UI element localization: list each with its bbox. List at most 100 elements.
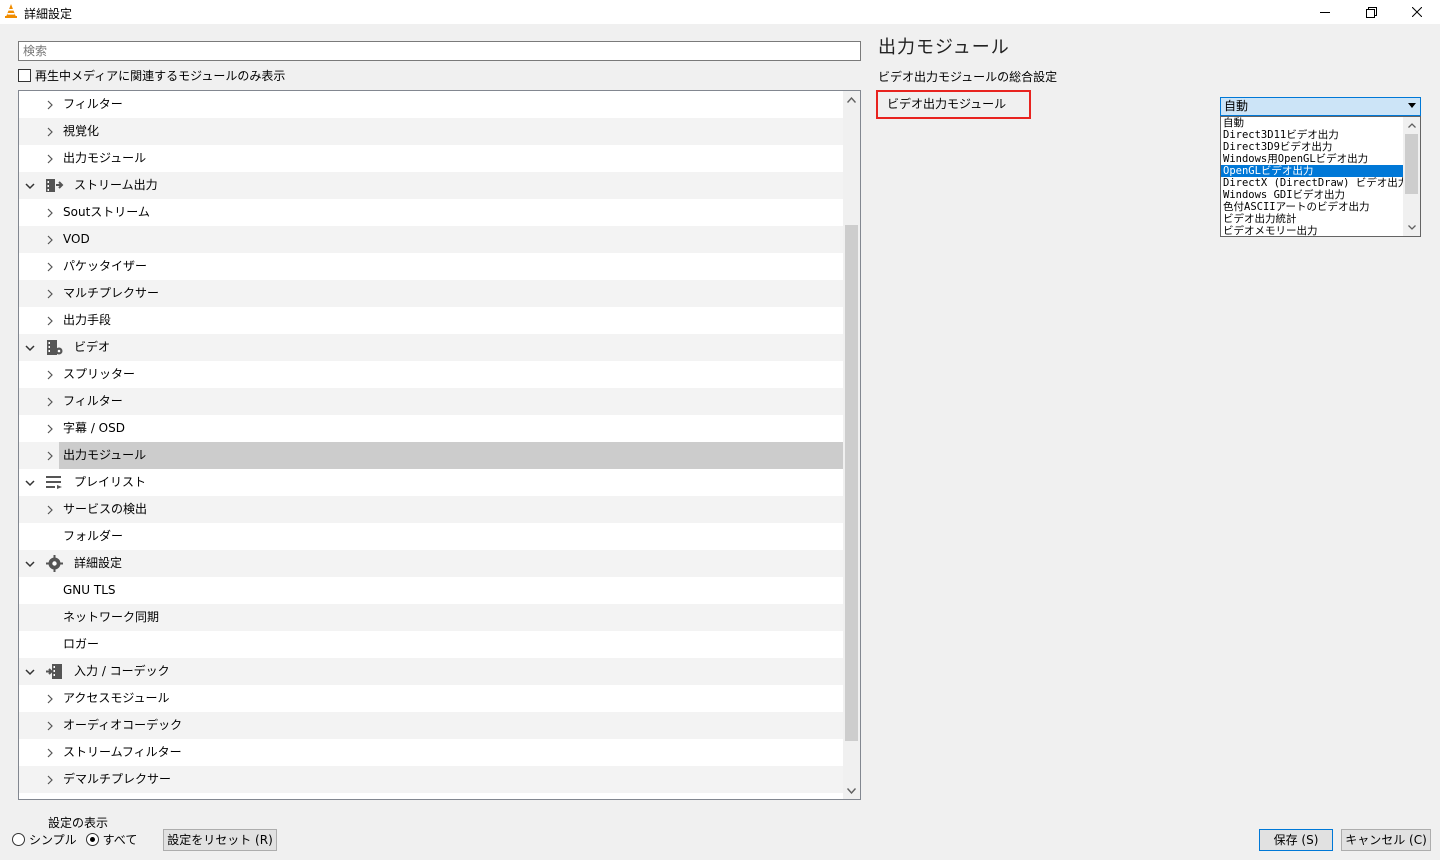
dropdown-scroll-thumb[interactable] (1405, 134, 1418, 194)
tree-item[interactable]: オーディオコーデック (19, 712, 843, 739)
chevron-right-icon[interactable] (45, 775, 55, 785)
dropdown-option[interactable]: 自動 (1221, 117, 1403, 129)
chevron-right-icon[interactable] (45, 127, 55, 137)
tree-item[interactable]: GNU TLS (19, 577, 843, 604)
video-output-dropdown-list[interactable]: 自動 Direct3D11ビデオ出力 Direct3D9ビデオ出力 Windows用O… (1220, 116, 1421, 237)
tree-item[interactable]: フィルター (19, 388, 843, 415)
reset-settings-button[interactable]: 設定をリセット (R) (163, 829, 277, 851)
restore-button[interactable] (1348, 0, 1394, 24)
chevron-down-icon[interactable] (25, 478, 35, 488)
tree-item-label: 出力モジュール (63, 448, 147, 462)
filter-checkbox[interactable] (18, 68, 31, 82)
video-output-module-select[interactable]: 自動 (1220, 97, 1421, 116)
chevron-right-icon[interactable] (45, 424, 55, 434)
advanced-settings-icon (45, 554, 64, 573)
tree-item[interactable]: アクセスモジュール (19, 685, 843, 712)
save-button[interactable]: 保存 (S) (1259, 829, 1333, 851)
tree-item[interactable]: スプリッター (19, 361, 843, 388)
view-mode-radios: シンプル すべて (12, 831, 137, 847)
dropdown-option[interactable]: ビデオ出力統計 (1221, 213, 1403, 225)
dropdown-option[interactable]: Windows GDIビデオ出力 (1221, 189, 1403, 201)
cancel-button[interactable]: キャンセル (C) (1341, 829, 1431, 851)
minimize-button[interactable] (1302, 0, 1348, 24)
tree-scrollbar[interactable] (843, 91, 860, 799)
chevron-right-icon[interactable] (45, 235, 55, 245)
tree-item-label: 入力 / コーデック (74, 664, 170, 678)
chevron-up-icon (847, 96, 856, 103)
tree-item[interactable]: Soutストリーム (19, 199, 843, 226)
chevron-right-icon[interactable] (45, 100, 55, 110)
dropdown-scroll-up[interactable] (1403, 117, 1420, 134)
tree-item-label: フィルター (63, 97, 123, 111)
tree-item[interactable]: 出力モジュール (19, 145, 843, 172)
chevron-right-icon[interactable] (45, 505, 55, 515)
chevron-down-icon[interactable] (25, 559, 35, 569)
tree-item[interactable]: プレイリスト (19, 469, 843, 496)
dropdown-option[interactable]: DirectX (DirectDraw) ビデオ出力 (1221, 177, 1403, 189)
tree-item[interactable]: ビデオ (19, 334, 843, 361)
chevron-down-icon[interactable] (25, 667, 35, 677)
tree-item[interactable]: 字幕 / OSD (19, 415, 843, 442)
close-icon (1412, 7, 1422, 17)
settings-tree[interactable]: フィルター 視覚化 出力モジュール ストリーム出力 Soutストリーム VOD パケッタイザ… (18, 90, 861, 800)
chevron-right-icon[interactable] (45, 397, 55, 407)
tree-item[interactable]: フォルダー (19, 523, 843, 550)
dropdown-option[interactable]: Windows用OpenGLビデオ出力 (1221, 153, 1403, 165)
scroll-up-button[interactable] (843, 91, 860, 108)
tree-item[interactable]: パケッタイザー (19, 253, 843, 280)
radio-all-label[interactable]: すべて (103, 831, 138, 848)
dropdown-option[interactable]: OpenGLビデオ出力 (1221, 165, 1403, 177)
tree-item-label: マルチプレクサー (63, 286, 160, 300)
tree-item[interactable]: ストリーム出力 (19, 172, 843, 199)
chevron-down-icon[interactable] (25, 181, 35, 191)
tree-item[interactable]: ロガー (19, 631, 843, 658)
tree-item[interactable]: ストリームフィルター (19, 739, 843, 766)
scroll-down-button[interactable] (843, 782, 860, 799)
dropdown-option[interactable]: ビデオメモリー出力 (1221, 225, 1403, 236)
chevron-right-icon[interactable] (45, 370, 55, 380)
chevron-right-icon[interactable] (45, 316, 55, 326)
tree-item-label: アクセスモジュール (63, 691, 170, 705)
radio-simple-label[interactable]: シンプル (29, 831, 77, 848)
tree-item-label: パケッタイザー (63, 259, 148, 273)
dropdown-option[interactable]: 色付ASCIIアートのビデオ出力 (1221, 201, 1403, 213)
tree-item[interactable]: ネットワーク同期 (19, 604, 843, 631)
tree-item-label: フィルター (63, 394, 123, 408)
tree-item-label: ストリームフィルター (63, 745, 182, 759)
tree-item[interactable]: フィルター (19, 91, 843, 118)
chevron-right-icon[interactable] (45, 208, 55, 218)
dropdown-scrollbar[interactable] (1403, 117, 1420, 236)
dropdown-option[interactable]: Direct3D11ビデオ出力 (1221, 129, 1403, 141)
tree-item-label: ビデオ (74, 340, 111, 354)
scroll-thumb[interactable] (845, 225, 858, 741)
tree-item-label: ロガー (63, 637, 100, 651)
dropdown-option[interactable]: Direct3D9ビデオ出力 (1221, 141, 1403, 153)
tree-item[interactable]: 詳細設定 (19, 550, 843, 577)
tree-item[interactable]: VOD (19, 226, 843, 253)
chevron-right-icon[interactable] (45, 721, 55, 731)
chevron-right-icon[interactable] (45, 451, 55, 461)
tree-item[interactable]: 視覚化 (19, 118, 843, 145)
tree-item[interactable]: サービスの検出 (19, 496, 843, 523)
chevron-down-icon[interactable] (25, 343, 35, 353)
chevron-right-icon[interactable] (45, 748, 55, 758)
related-modules-filter[interactable]: 再生中メディアに関連するモジュールのみ表示 (18, 67, 285, 83)
tree-item[interactable]: 出力モジュール (19, 442, 843, 469)
dropdown-scroll-down[interactable] (1403, 219, 1420, 236)
tree-item-label: VOD (63, 232, 90, 246)
tree-item[interactable]: 出力手段 (19, 307, 843, 334)
chevron-right-icon[interactable] (45, 262, 55, 272)
radio-all[interactable] (85, 832, 99, 846)
dropdown-options: 自動 Direct3D11ビデオ出力 Direct3D9ビデオ出力 Windows用O… (1221, 117, 1403, 236)
video-output-module-label: ビデオ出力モジュール (876, 90, 1031, 119)
close-button[interactable] (1394, 0, 1440, 24)
radio-simple[interactable] (12, 832, 25, 846)
chevron-right-icon[interactable] (45, 694, 55, 704)
tree-item[interactable]: 入力 / コーデック (19, 658, 843, 685)
chevron-right-icon[interactable] (45, 289, 55, 299)
tree-item[interactable]: デマルチプレクサー (19, 766, 843, 793)
video-icon (45, 338, 64, 357)
tree-item[interactable]: マルチプレクサー (19, 280, 843, 307)
chevron-right-icon[interactable] (45, 154, 55, 164)
search-input[interactable]: 検索 (18, 41, 861, 61)
